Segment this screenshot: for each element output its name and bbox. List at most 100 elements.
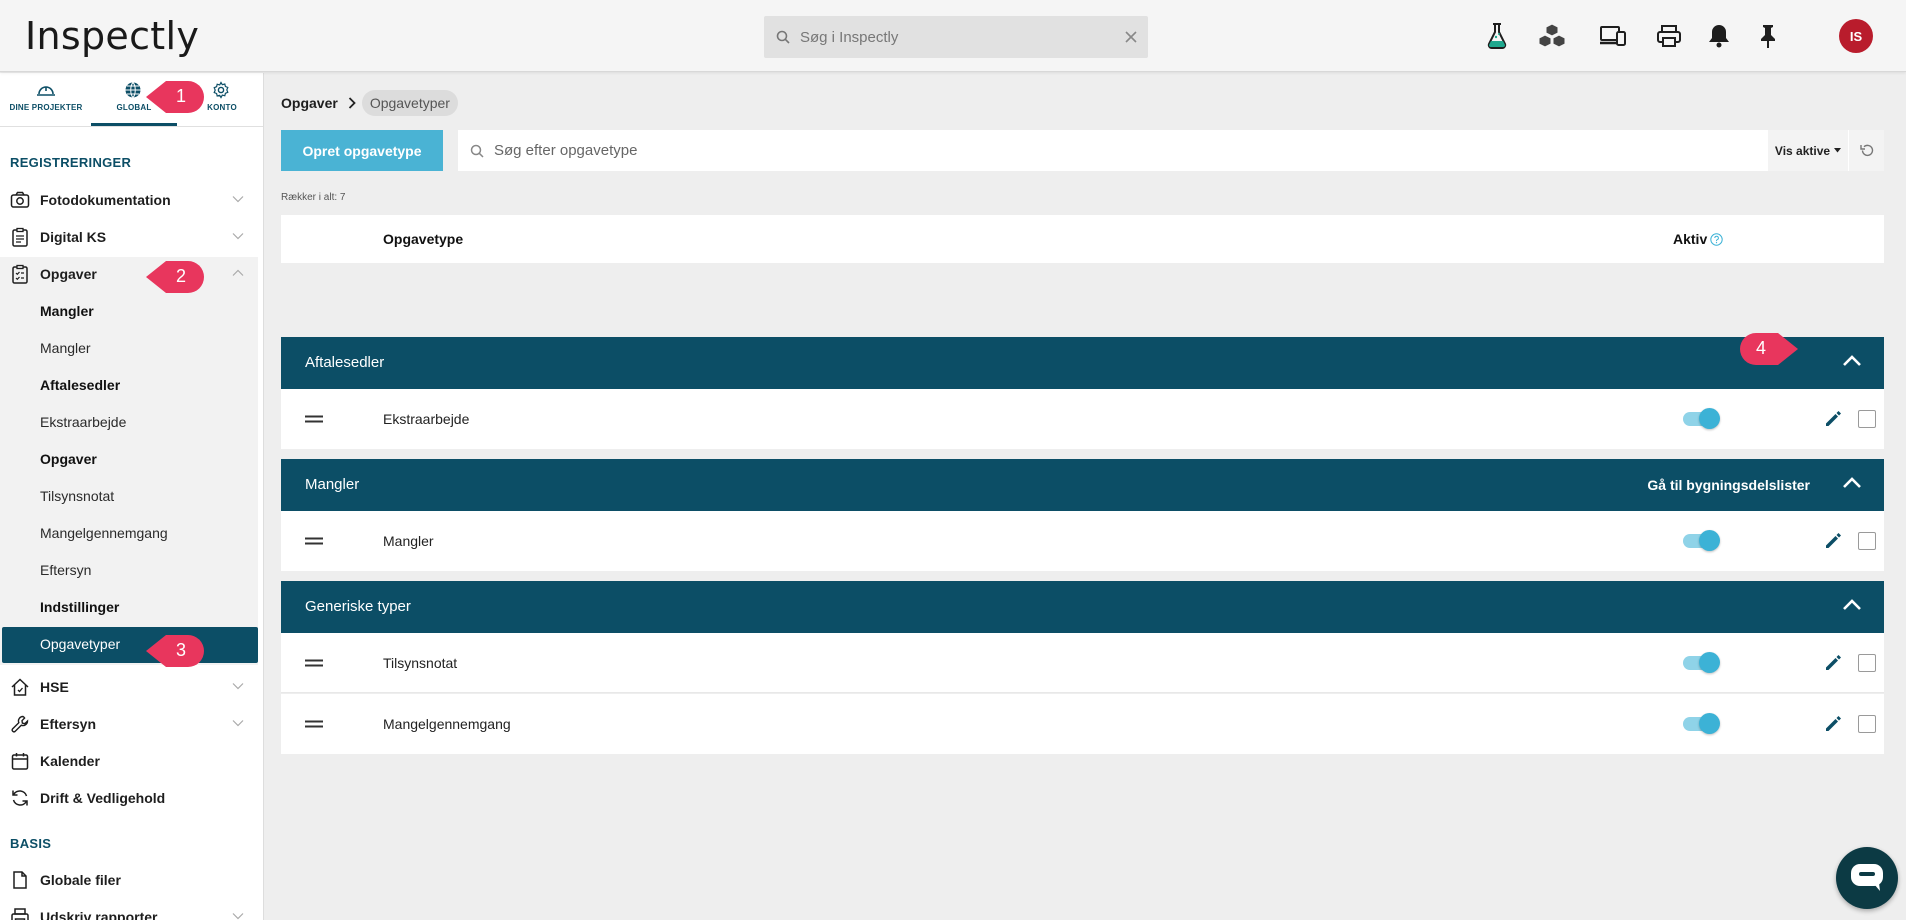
sidebar-subheading-indstillinger: Indstillinger: [40, 599, 120, 615]
group-header-mangler[interactable]: Mangler Gå til bygningsdelslister: [281, 459, 1884, 511]
chevron-down-icon: [232, 682, 244, 690]
group-header-aftalesedler[interactable]: Aftalesedler: [281, 337, 1884, 389]
column-header-aktiv: Aktiv: [1673, 231, 1723, 247]
callout-marker: 2: [146, 258, 204, 296]
drag-handle-icon[interactable]: [305, 659, 323, 667]
pencil-icon[interactable]: [1823, 714, 1843, 734]
global-search-input[interactable]: Søg i Inspectly: [800, 29, 1124, 46]
devices-icon[interactable]: [1597, 20, 1629, 52]
global-search[interactable]: Søg i Inspectly: [764, 16, 1148, 58]
row-checkbox[interactable]: [1858, 532, 1876, 550]
sidebar-item-hse[interactable]: HSE: [0, 669, 258, 706]
sidebar-subitem-tilsynsnotat[interactable]: Tilsynsnotat: [40, 488, 114, 504]
pencil-icon[interactable]: [1823, 409, 1843, 429]
table-row: Tilsynsnotat: [281, 633, 1884, 693]
chevron-up-icon[interactable]: [1842, 353, 1862, 367]
group-header-generiske-typer[interactable]: Generiske typer: [281, 581, 1884, 633]
filter-dropdown[interactable]: Vis aktive: [1768, 130, 1848, 171]
app-logo[interactable]: Inspectly: [25, 14, 199, 58]
sidebar-item-opgaver[interactable]: Opgaver: [0, 256, 258, 293]
avatar[interactable]: IS: [1839, 19, 1873, 53]
table-row: Mangler: [281, 511, 1884, 571]
opgaver-group: [0, 257, 258, 665]
task-clipboard-icon: [10, 264, 30, 284]
callout-marker: 4: [1740, 330, 1798, 368]
house-icon: [10, 677, 30, 697]
clipboard-icon: [10, 227, 30, 247]
callout-marker: 1: [146, 78, 204, 116]
sidebar-item-eftersyn[interactable]: Eftersyn: [0, 706, 258, 743]
task-type-search-input[interactable]: Søg efter opgavetype: [494, 142, 1884, 159]
pin-icon[interactable]: [1752, 20, 1784, 52]
chevron-up-icon[interactable]: [1842, 597, 1862, 611]
tab-dine-projekter[interactable]: DINE PROJEKTER: [3, 81, 89, 112]
calendar-icon: [10, 751, 30, 771]
print-icon: [10, 907, 30, 920]
sidebar-item-globale-filer[interactable]: Globale filer: [0, 862, 258, 899]
chevron-down-icon: [232, 912, 244, 920]
sidebar-item-fotodokumentation[interactable]: Fotodokumentation: [0, 182, 258, 219]
sidebar-item-kalender[interactable]: Kalender: [0, 743, 258, 780]
camera-icon: [10, 190, 30, 210]
helmet-icon: [36, 81, 56, 99]
caret-down-icon: [1834, 148, 1842, 153]
file-icon: [10, 870, 30, 890]
globe-icon: [124, 81, 144, 99]
section-registreringer: REGISTRERINGER: [10, 155, 132, 170]
chevron-down-icon: [232, 719, 244, 727]
row-checkbox[interactable]: [1858, 654, 1876, 672]
create-task-type-button[interactable]: Opret opgavetype: [281, 130, 443, 171]
chevron-up-icon[interactable]: [1842, 475, 1862, 489]
breadcrumb-opgavetyper: Opgavetyper: [361, 90, 458, 116]
callout-marker: 3: [146, 632, 204, 670]
sidebar-subitem-eftersyn[interactable]: Eftersyn: [40, 562, 91, 578]
reset-filter-button[interactable]: [1849, 130, 1884, 171]
search-icon: [776, 30, 790, 44]
row-checkbox[interactable]: [1858, 410, 1876, 428]
breadcrumb-opgaver[interactable]: Opgaver: [281, 95, 338, 111]
sidebar-tabs: DINE PROJEKTER GLOBAL KONTO: [0, 73, 263, 127]
sidebar-item-udskriv-rapporter[interactable]: Udskriv rapporter: [0, 899, 258, 920]
column-header-opgavetype[interactable]: Opgavetype: [383, 231, 463, 247]
help-icon[interactable]: [1710, 232, 1723, 246]
refresh-icon: [10, 788, 30, 808]
close-icon[interactable]: [1124, 30, 1138, 44]
go-to-building-lists-link[interactable]: Gå til bygningsdelslister: [1647, 477, 1810, 493]
cubes-icon[interactable]: [1536, 20, 1568, 52]
active-tab-indicator: [91, 123, 177, 126]
wrench-icon: [10, 714, 30, 734]
main-content: Opgaver Opgavetyper Opret opgavetype Søg…: [265, 73, 1906, 920]
flask-icon[interactable]: [1481, 20, 1513, 52]
sidebar: DINE PROJEKTER GLOBAL KONTO REGISTRERING…: [0, 73, 264, 920]
table-row: Mangelgennemgang: [281, 694, 1884, 754]
table-header: Opgavetype Aktiv: [281, 215, 1884, 263]
sidebar-subitem-ekstraarbejde[interactable]: Ekstraarbejde: [40, 414, 126, 430]
row-count: Rækker i alt: 7: [281, 192, 346, 203]
sidebar-item-drift-vedligehold[interactable]: Drift & Vedligehold: [0, 780, 258, 817]
task-type-search[interactable]: Søg efter opgavetype: [458, 130, 1884, 171]
drag-handle-icon[interactable]: [305, 415, 323, 423]
sidebar-subheading-aftalesedler: Aftalesedler: [40, 377, 121, 393]
breadcrumb: Opgaver Opgavetyper: [281, 89, 458, 117]
sidebar-subitem-mangelgennemgang[interactable]: Mangelgennemgang: [40, 525, 168, 541]
drag-handle-icon[interactable]: [305, 537, 323, 545]
print-icon[interactable]: [1653, 20, 1685, 52]
row-checkbox[interactable]: [1858, 715, 1876, 733]
pencil-icon[interactable]: [1823, 653, 1843, 673]
active-toggle[interactable]: [1683, 408, 1720, 429]
search-icon: [470, 144, 484, 158]
table-row: Ekstraarbejde: [281, 389, 1884, 449]
chevron-right-icon: [348, 97, 356, 109]
chat-bubble-icon: [1850, 863, 1884, 893]
chat-button[interactable]: [1836, 847, 1898, 909]
chevron-up-icon: [232, 269, 244, 277]
sidebar-subheading-mangler: Mangler: [40, 303, 94, 319]
pencil-icon[interactable]: [1823, 531, 1843, 551]
active-toggle[interactable]: [1683, 652, 1720, 673]
active-toggle[interactable]: [1683, 530, 1720, 551]
drag-handle-icon[interactable]: [305, 720, 323, 728]
active-toggle[interactable]: [1683, 713, 1720, 734]
bell-icon[interactable]: [1703, 20, 1735, 52]
sidebar-item-digital-ks[interactable]: Digital KS: [0, 219, 258, 256]
sidebar-subitem-mangler[interactable]: Mangler: [40, 340, 91, 356]
